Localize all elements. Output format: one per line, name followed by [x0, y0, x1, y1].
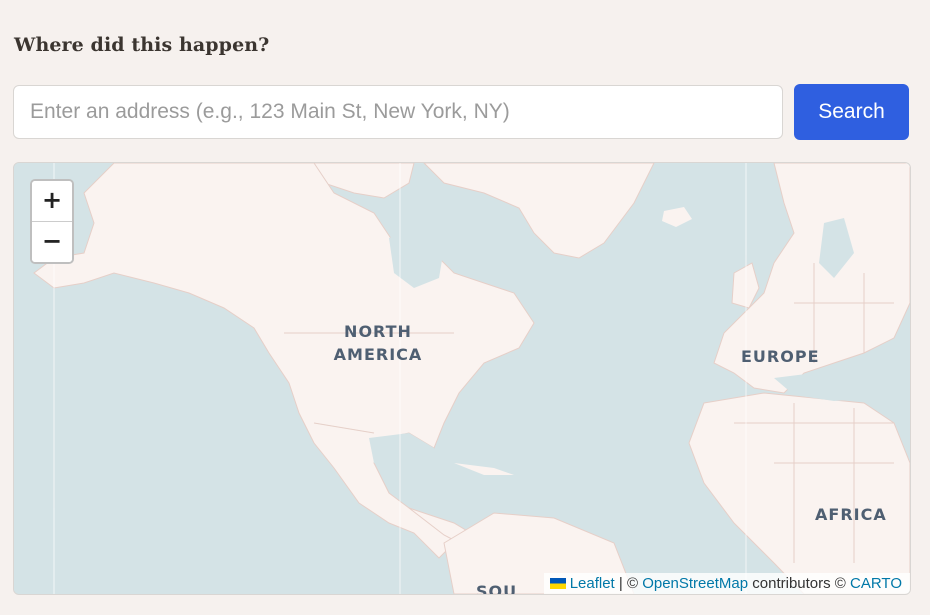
leaflet-link[interactable]: Leaflet: [570, 575, 615, 592]
label-north: NORTH: [344, 322, 412, 341]
attribution-separator: | ©: [614, 575, 643, 592]
zoom-out-button[interactable]: −: [32, 222, 72, 262]
label-south-america-partial: SOU: [476, 582, 518, 595]
location-question: Where did this happen?: [14, 34, 270, 56]
map-tiles[interactable]: [14, 163, 910, 594]
carto-link[interactable]: CARTO: [850, 575, 902, 592]
map[interactable]: + − NORTH AMERICA EUROPE AFRICA SOU Leaf…: [13, 162, 911, 595]
attribution-contributors: contributors ©: [748, 575, 851, 592]
label-africa: AFRICA: [815, 505, 887, 524]
map-attribution: Leaflet | © OpenStreetMap contributors ©…: [543, 573, 910, 594]
address-search-row: Search: [13, 84, 909, 140]
label-america: AMERICA: [333, 345, 423, 364]
zoom-control: + −: [30, 179, 74, 264]
ukraine-flag-icon: [549, 578, 566, 589]
zoom-in-button[interactable]: +: [32, 181, 72, 222]
label-north-america: NORTH AMERICA: [328, 320, 428, 366]
label-europe: EUROPE: [741, 347, 820, 366]
openstreetmap-link[interactable]: OpenStreetMap: [642, 575, 748, 592]
search-button[interactable]: Search: [794, 84, 909, 140]
address-input[interactable]: [13, 85, 783, 139]
